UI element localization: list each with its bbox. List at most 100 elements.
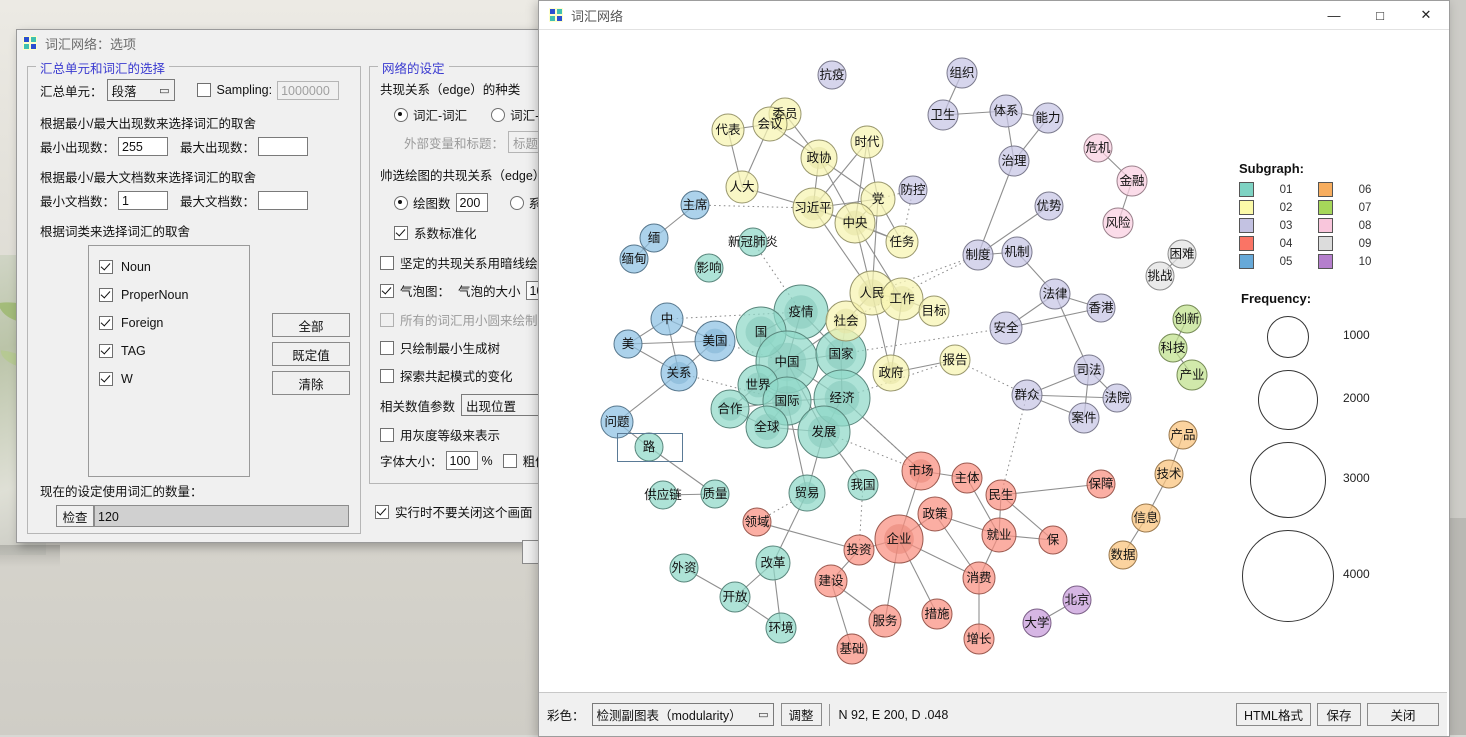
max-document-input[interactable] bbox=[258, 191, 309, 210]
subgraph-swatch-04 bbox=[1239, 236, 1254, 251]
subgraph-label-02: 02 bbox=[1279, 201, 1293, 214]
graph-node bbox=[650, 302, 684, 336]
grayscale-checkbox[interactable] bbox=[380, 427, 394, 442]
graph-node bbox=[1032, 102, 1064, 134]
pos-checkbox-tag[interactable] bbox=[99, 344, 113, 358]
color-mode-select[interactable]: 检测副图表（modularity） ▭ bbox=[591, 703, 774, 726]
color-label: 彩色： bbox=[547, 709, 585, 723]
unit-select[interactable]: 段落 ▭ bbox=[106, 79, 175, 101]
subgraph-swatch-08 bbox=[1317, 218, 1333, 233]
minimize-button[interactable]: — bbox=[1311, 1, 1357, 29]
pos-checkbox-noun[interactable] bbox=[99, 260, 113, 274]
radio-word-word[interactable] bbox=[394, 107, 408, 122]
pos-checkbox-propernoun[interactable] bbox=[99, 288, 113, 302]
graph-node bbox=[946, 57, 978, 89]
options-title: 词汇网络：选项 bbox=[45, 36, 137, 52]
pos-item-w[interactable]: W bbox=[99, 365, 249, 393]
pos-heading: 根据词类来选择词汇的取舍 bbox=[40, 225, 191, 239]
graph-node bbox=[1001, 236, 1033, 268]
graph-node bbox=[962, 239, 994, 271]
correlation-param-label: 相关数值参数 bbox=[380, 399, 456, 414]
edge-kind-heading: 共现关系（edge）的种类 bbox=[380, 83, 521, 97]
max-document-label: 最大文档数： bbox=[180, 195, 256, 209]
frequency-value-1000: 1000 bbox=[1343, 328, 1370, 342]
main-titlebar: 词汇网络 — □ ✕ bbox=[539, 1, 1449, 30]
graph-node bbox=[1102, 207, 1134, 239]
radio-word-external[interactable] bbox=[491, 107, 506, 122]
sampling-checkbox[interactable] bbox=[196, 83, 211, 97]
pos-checkbox-w[interactable] bbox=[99, 372, 113, 386]
sampling-label: Sampling: bbox=[216, 83, 273, 97]
clear-button[interactable]: 清除 bbox=[272, 371, 350, 395]
frequency-circle-3000 bbox=[1250, 442, 1326, 518]
pos-checkbox-foreign[interactable] bbox=[99, 316, 113, 330]
graph-node bbox=[680, 190, 710, 220]
explore-change-label: 探索共起模式的变化 bbox=[400, 370, 513, 384]
max-occurrence-input[interactable] bbox=[258, 137, 309, 156]
min-occurrence-label: 最小出现数： bbox=[40, 141, 116, 155]
small-circles-checkbox[interactable] bbox=[380, 312, 394, 327]
pos-item-tag[interactable]: TAG bbox=[99, 337, 249, 365]
close-window-button[interactable]: ✕ bbox=[1403, 1, 1449, 29]
graph-node bbox=[847, 469, 879, 501]
subgraph-legend-title: Subgraph: bbox=[1239, 161, 1304, 176]
graph-node bbox=[1062, 585, 1092, 615]
graph-legend: Subgraph: 01 06 02 07 03 08 04 09 05 10 Frequency… bbox=[1239, 161, 1389, 622]
frequency-value-2000: 2000 bbox=[1343, 391, 1370, 405]
graph-node bbox=[962, 561, 996, 595]
radio-draw-count-label: 绘图数 bbox=[413, 197, 451, 211]
save-button[interactable]: 保存 bbox=[1317, 703, 1361, 726]
window-controls: — □ ✕ bbox=[1311, 1, 1449, 29]
html-format-button[interactable]: HTML格式 bbox=[1235, 703, 1311, 726]
check-button[interactable]: 检查 bbox=[56, 505, 94, 527]
subgraph-swatch-02 bbox=[1239, 200, 1254, 215]
adjust-button[interactable]: 调整 bbox=[780, 703, 822, 726]
subgraph-label-06: 06 bbox=[1358, 183, 1372, 196]
bottom-toolbar: 彩色： 检测副图表（modularity） ▭ 调整 N 92, E 200, D… bbox=[539, 692, 1447, 736]
pos-label-propernoun: ProperNoun bbox=[121, 288, 189, 302]
bubble-checkbox[interactable] bbox=[380, 283, 394, 298]
graph-node bbox=[639, 223, 669, 253]
pos-item-foreign[interactable]: Foreign bbox=[99, 309, 249, 337]
app-logo-icon bbox=[23, 36, 37, 50]
graph-node-inner bbox=[842, 210, 868, 236]
graph-node bbox=[939, 344, 971, 376]
pos-item-propernoun[interactable]: ProperNoun bbox=[99, 281, 249, 309]
options-dialog[interactable]: 词汇网络：选项 汇总单元和词汇的选择 汇总单元： 段落 ▭ Sampling: 1… bbox=[16, 29, 671, 564]
graph-node bbox=[927, 99, 959, 131]
subgraph-swatch-01 bbox=[1239, 182, 1254, 197]
pos-listbox[interactable]: Noun ProperNoun Foreign TAG W bbox=[88, 245, 250, 477]
mst-only-checkbox[interactable] bbox=[380, 340, 394, 355]
occurrence-heading: 根据最小/最大出现数来选择词汇的取舍 bbox=[40, 117, 256, 131]
graph-node-inner bbox=[667, 361, 691, 385]
sampling-input[interactable]: 1000000 bbox=[277, 80, 340, 100]
min-document-input[interactable]: 1 bbox=[118, 191, 169, 210]
pos-label-w: W bbox=[121, 372, 133, 386]
frequency-legend-title: Frequency: bbox=[1241, 291, 1312, 306]
dark-line-checkbox[interactable] bbox=[380, 255, 394, 270]
draw-count-input[interactable]: 200 bbox=[455, 193, 488, 212]
normalize-checkbox[interactable] bbox=[394, 225, 408, 240]
keep-open-checkbox[interactable] bbox=[375, 504, 389, 519]
graph-node bbox=[1034, 191, 1064, 221]
close-button[interactable]: 关闭 bbox=[1367, 703, 1439, 726]
graph-node bbox=[711, 113, 745, 147]
explore-change-checkbox[interactable] bbox=[380, 368, 394, 383]
word-network-window[interactable]: 词汇网络 — □ ✕ 抗疫 组织 卫生 体系 能力 治理 委员 会议 代表 人大 时代 政协党习近平中… bbox=[538, 0, 1450, 737]
default-values-button[interactable]: 既定值 bbox=[272, 342, 350, 366]
graph-node bbox=[921, 598, 953, 630]
font-size-input[interactable]: 100 bbox=[445, 451, 478, 470]
maximize-button[interactable]: □ bbox=[1357, 1, 1403, 29]
subgraph-swatch-07 bbox=[1317, 200, 1333, 215]
pos-item-noun[interactable]: Noun bbox=[99, 253, 249, 281]
graph-node bbox=[765, 612, 797, 644]
graph-node bbox=[1168, 420, 1198, 450]
subgraph-label-03: 03 bbox=[1279, 219, 1293, 232]
select-all-button[interactable]: 全部 bbox=[272, 313, 350, 337]
radio-draw-count[interactable] bbox=[394, 195, 408, 210]
min-occurrence-input[interactable]: 255 bbox=[118, 137, 169, 156]
bold-checkbox[interactable] bbox=[502, 453, 517, 468]
bubble-size-label: 气泡的大小 bbox=[458, 285, 521, 299]
radio-coefficient[interactable] bbox=[509, 195, 524, 210]
graph-node bbox=[885, 225, 919, 259]
